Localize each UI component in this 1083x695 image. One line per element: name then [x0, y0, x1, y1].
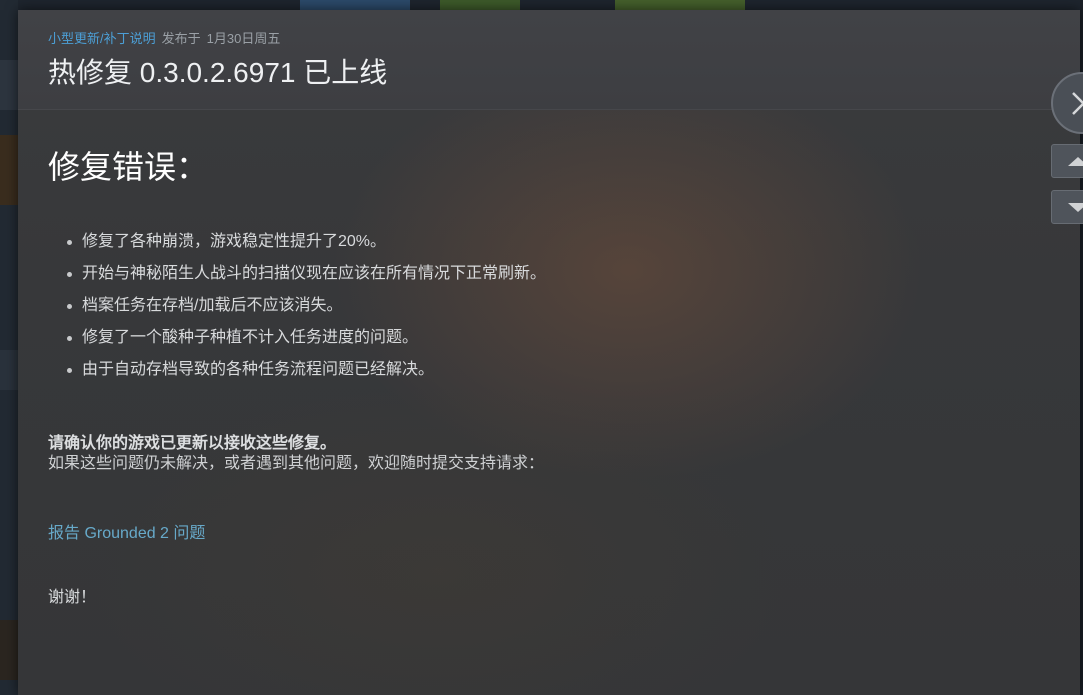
- background-tile: [0, 620, 18, 680]
- close-icon: [1072, 92, 1083, 115]
- help-text: 如果这些问题仍未解决，或者遇到其他问题，欢迎随时提交支持请求：: [48, 455, 545, 472]
- next-button[interactable]: [1051, 190, 1083, 224]
- background-banner: [440, 0, 520, 10]
- section-heading: 修复错误：: [48, 149, 209, 185]
- confirm-text: 请确认你的游戏已更新以接收这些修复。: [48, 435, 337, 452]
- chevron-up-icon: [1068, 157, 1083, 166]
- chevron-down-icon: [1068, 203, 1083, 212]
- list-item: 修复了各种崩溃，游戏稳定性提升了20%。: [67, 226, 1028, 258]
- report-issue-link[interactable]: 报告 Grounded 2 问题: [48, 524, 205, 544]
- list-item: 开始与神秘陌生人战斗的扫描仪现在应该在所有情况下正常刷新。: [67, 258, 1028, 290]
- modal-header: 小型更新/补丁说明 发布于 1月30日周五 热修复 0.3.0.2.6971 已上线: [18, 10, 1080, 110]
- announcement-modal: 小型更新/补丁说明 发布于 1月30日周五 热修复 0.3.0.2.6971 已上线…: [18, 10, 1080, 695]
- background-banner: [615, 0, 745, 10]
- announcement-body: 修复错误： 修复了各种崩溃，游戏稳定性提升了20%。 开始与神秘陌生人战斗的扫描…: [48, 140, 1028, 608]
- background-tile: [0, 135, 18, 205]
- previous-button[interactable]: [1051, 144, 1083, 178]
- post-meta: 小型更新/补丁说明 发布于 1月30日周五: [48, 30, 280, 48]
- post-type-link[interactable]: 小型更新/补丁说明: [48, 31, 156, 46]
- background-tile: [0, 350, 18, 390]
- list-item: 修复了一个酸种子种植不计入任务进度的问题。: [67, 322, 1028, 354]
- list-item: 档案任务在存档/加载后不应该消失。: [67, 290, 1028, 322]
- post-date: 1月30日周五: [206, 31, 281, 46]
- background-tile: [0, 60, 18, 110]
- thanks-text: 谢谢！: [48, 589, 97, 606]
- posted-label: 发布于: [161, 31, 201, 46]
- fix-list: 修复了各种崩溃，游戏稳定性提升了20%。 开始与神秘陌生人战斗的扫描仪现在应该在…: [48, 226, 1028, 386]
- announcement-title: 热修复 0.3.0.2.6971 已上线: [48, 57, 388, 88]
- background-banner: [300, 0, 410, 10]
- list-item: 由于自动存档导致的各种任务流程问题已经解决。: [67, 354, 1028, 386]
